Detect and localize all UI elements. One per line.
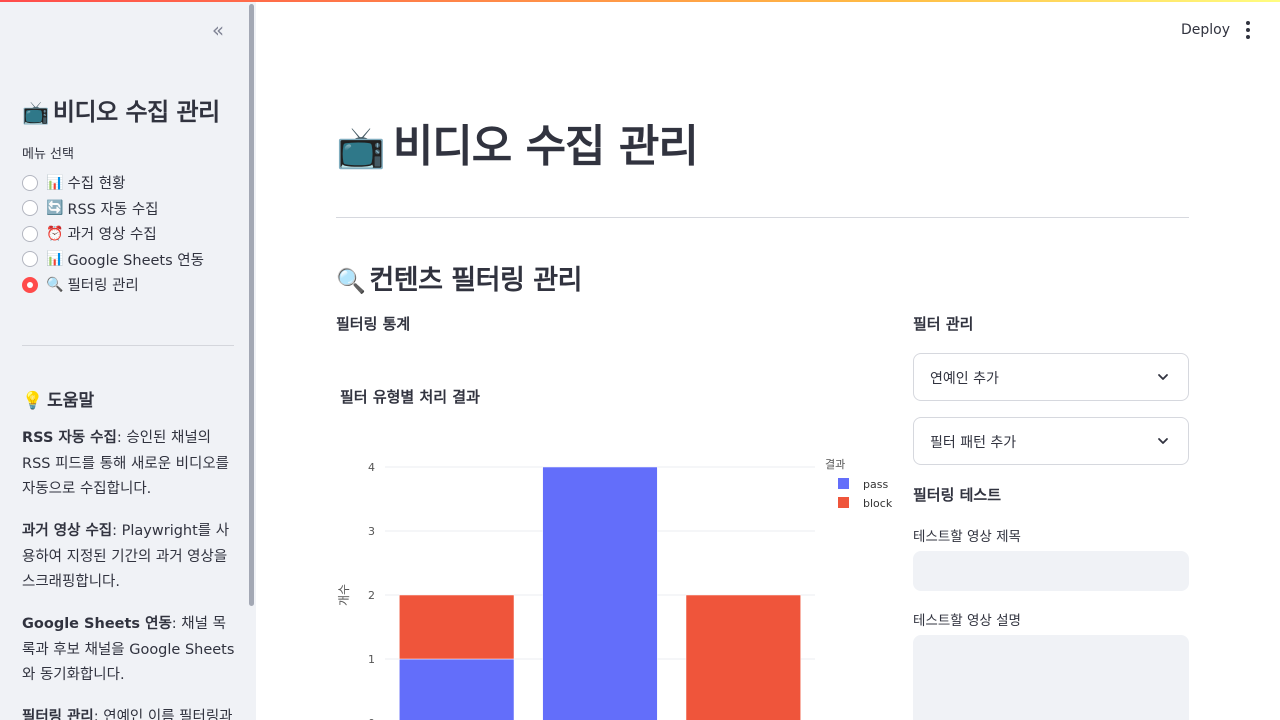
magnifier-icon: 🔍 [336, 267, 366, 295]
legend-label-block: block [863, 497, 893, 510]
section-title: 🔍 컨텐츠 필터링 관리 [336, 265, 582, 296]
bar-block [685, 594, 801, 720]
menu-item-icon: 🔄 [46, 200, 64, 217]
menu-item-icon: ⏰ [46, 225, 64, 242]
deploy-button[interactable]: Deploy [1170, 14, 1241, 46]
chevron-down-icon [1158, 374, 1168, 380]
y-tick-label: 1 [368, 653, 375, 666]
menu-item-icon: 🔍 [46, 276, 64, 293]
chevron-down-icon [1158, 438, 1168, 444]
radio-button[interactable] [22, 200, 38, 217]
sidebar-divider [22, 345, 234, 346]
celebrity-add-select[interactable]: 연예인 추가 [913, 353, 1189, 401]
help-item-past: 과거 영상 수집: Playwright를 사용하여 지정된 기간의 과거 영상… [22, 523, 230, 590]
sidebar-scrollbar[interactable] [249, 4, 254, 606]
filter-test-heading: 필터링 테스트 [913, 486, 1002, 504]
menu-item-label: 필터링 관리 [67, 278, 139, 295]
menu-radio-item[interactable]: ⏰ 과거 영상 수집 [22, 221, 204, 247]
menu-item-label: 과거 영상 수집 [67, 227, 157, 244]
menu-radio-group: 📊 수집 현황 🔄 RSS 자동 수집 ⏰ 과거 영상 수집 📊 Google Sheets … [22, 170, 204, 298]
filter-management-heading: 필터 관리 [913, 315, 974, 333]
menu-radio-item[interactable]: 🔄 RSS 자동 수집 [22, 196, 204, 222]
main-divider [336, 217, 1189, 218]
menu-item-label: 수집 현황 [67, 176, 126, 193]
stats-heading: 필터링 통계 [336, 315, 411, 333]
y-axis-label: 개수 [337, 584, 351, 606]
bar-pass [542, 466, 658, 720]
legend-swatch-pass [838, 478, 849, 489]
lightbulb-icon: 💡 [22, 391, 44, 411]
radio-button[interactable] [22, 276, 38, 293]
y-tick-label: 4 [368, 461, 375, 474]
more-options-icon[interactable] [1238, 18, 1258, 42]
test-description-label: 테스트할 영상 설명 [913, 613, 1021, 629]
legend-swatch-block [838, 497, 849, 508]
menu-label: 메뉴 선택 [22, 147, 74, 162]
test-title-label: 테스트할 영상 제목 [913, 529, 1021, 545]
radio-button[interactable] [22, 174, 38, 191]
help-item-filter: 필터링 관리: 연예인 이름 필터링과 [22, 709, 233, 720]
filter-result-chart: 01234개수결과passblock [337, 458, 893, 720]
y-tick-label: 3 [368, 525, 375, 538]
menu-radio-item[interactable]: 📊 Google Sheets 연동 [22, 247, 204, 273]
top-decoration-bar [0, 0, 1280, 2]
y-tick-label: 2 [368, 589, 375, 602]
menu-item-icon: 📊 [46, 174, 64, 191]
collapse-sidebar-icon[interactable]: « [207, 20, 229, 42]
help-title: 💡 도움말 [22, 391, 95, 411]
menu-radio-item[interactable]: 🔍 필터링 관리 [22, 272, 204, 298]
help-item-rss: RSS 자동 수집: 승인된 채널의 RSS 피드를 통해 새로운 비디오를 자… [22, 430, 229, 497]
help-item-sheets: Google Sheets 연동: 채널 목록과 후보 채널을 Google S… [22, 616, 235, 683]
menu-radio-item[interactable]: 📊 수집 현황 [22, 170, 204, 196]
radio-button[interactable] [22, 251, 38, 268]
test-title-input[interactable] [913, 551, 1189, 591]
page-title: 📺 비디오 수집 관리 [336, 121, 699, 172]
tv-icon: 📺 [22, 101, 49, 126]
legend-label-pass: pass [863, 478, 888, 491]
sidebar: « 📺 비디오 수집 관리 메뉴 선택 📊 수집 현황 🔄 RSS 자동 수집 ⏰ 과거 영… [0, 0, 256, 720]
tv-icon: 📺 [336, 125, 386, 171]
menu-item-label: Google Sheets 연동 [67, 252, 204, 269]
legend-title: 결과 [825, 458, 845, 471]
bar-block [399, 594, 515, 660]
chart-title: 필터 유형별 처리 결과 [340, 388, 480, 406]
bar-pass [399, 658, 515, 720]
menu-item-label: RSS 자동 수집 [67, 201, 159, 218]
sidebar-title: 📺 비디오 수집 관리 [22, 98, 220, 126]
radio-button[interactable] [22, 225, 38, 242]
menu-item-icon: 📊 [46, 251, 64, 268]
filter-pattern-add-select[interactable]: 필터 패턴 추가 [913, 417, 1189, 465]
test-description-textarea[interactable] [913, 635, 1189, 720]
